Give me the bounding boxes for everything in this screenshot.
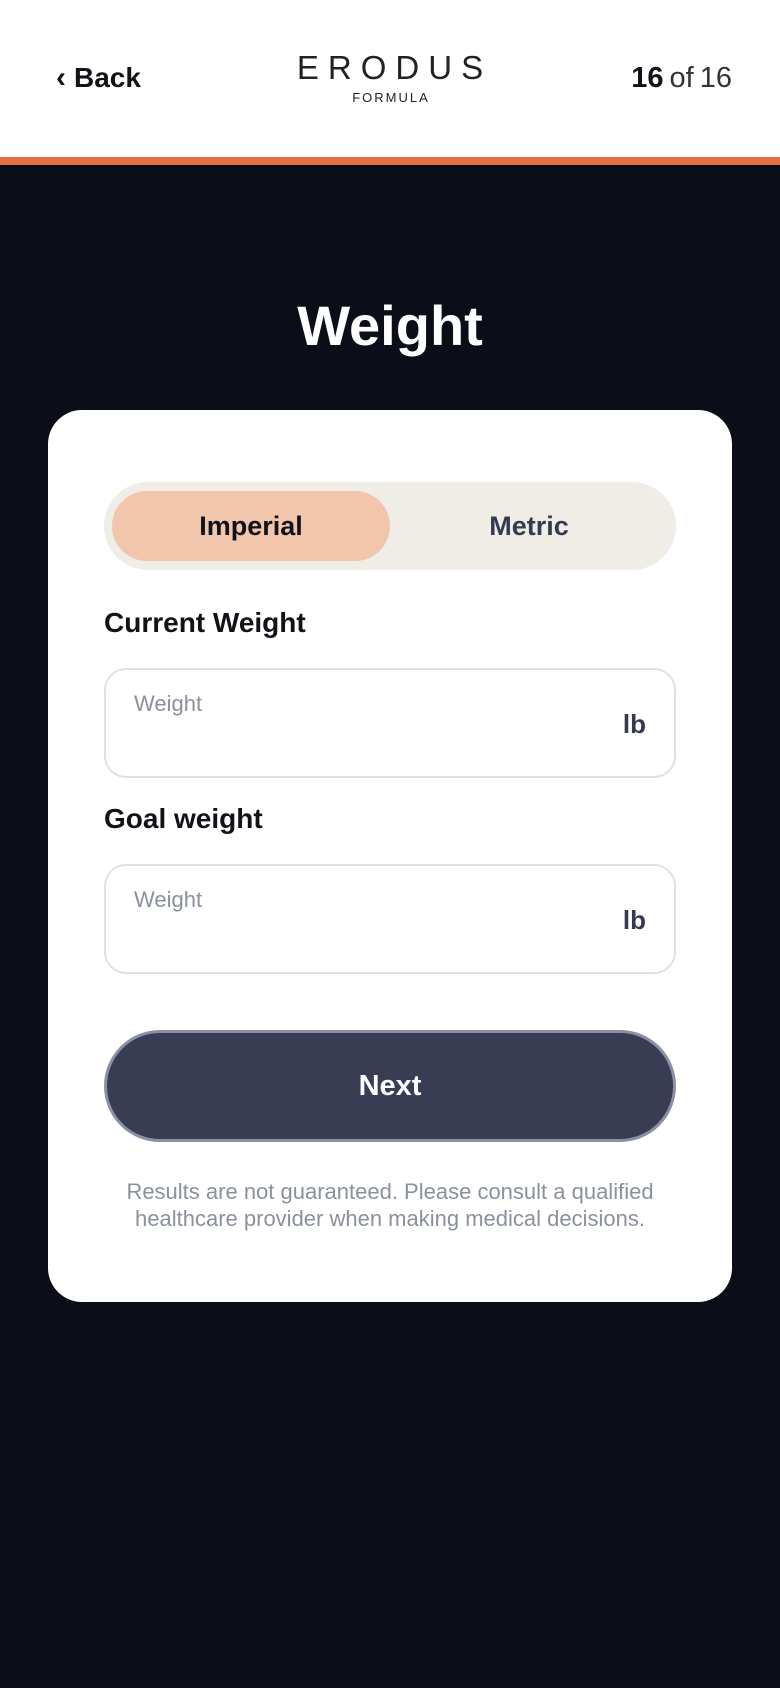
current-weight-field[interactable]: lb bbox=[104, 668, 676, 778]
weight-form-card: Imperial Metric Current Weight lb Goal w… bbox=[48, 410, 732, 1302]
back-label: Back bbox=[74, 62, 141, 93]
goal-weight-input[interactable] bbox=[134, 880, 564, 960]
current-weight-unit: lb bbox=[622, 709, 646, 739]
goal-weight-unit: lb bbox=[622, 905, 646, 935]
chevron-left-icon: ‹ bbox=[56, 61, 66, 94]
toggle-imperial[interactable]: Imperial bbox=[112, 491, 390, 561]
next-button[interactable]: Next bbox=[104, 1030, 676, 1142]
toggle-metric[interactable]: Metric bbox=[390, 491, 668, 561]
logo-subtitle: FORMULA bbox=[352, 90, 430, 105]
current-weight-label: Current Weight bbox=[104, 607, 306, 638]
current-weight-input[interactable] bbox=[134, 684, 564, 764]
step-current: 16 bbox=[631, 62, 664, 94]
disclaimer-text: Results are not guaranteed. Please consu… bbox=[126, 1179, 654, 1231]
page-title: Weight bbox=[297, 294, 483, 357]
back-button[interactable]: ‹ Back bbox=[56, 58, 141, 98]
top-bar: ‹ Back ERODUS FORMULA 16 of 16 bbox=[0, 0, 780, 157]
step-counter: 16 of 16 bbox=[631, 58, 732, 98]
unit-toggle: Imperial Metric bbox=[104, 482, 676, 570]
goal-weight-field[interactable]: lb bbox=[104, 864, 676, 974]
step-total: 16 bbox=[699, 62, 732, 94]
brand-logo: ERODUS FORMULA bbox=[250, 50, 530, 106]
goal-weight-label: Goal weight bbox=[104, 803, 263, 834]
logo-wordmark: ERODUS bbox=[296, 49, 493, 86]
step-of: of bbox=[669, 62, 694, 94]
progress-accent-bar bbox=[0, 157, 780, 165]
